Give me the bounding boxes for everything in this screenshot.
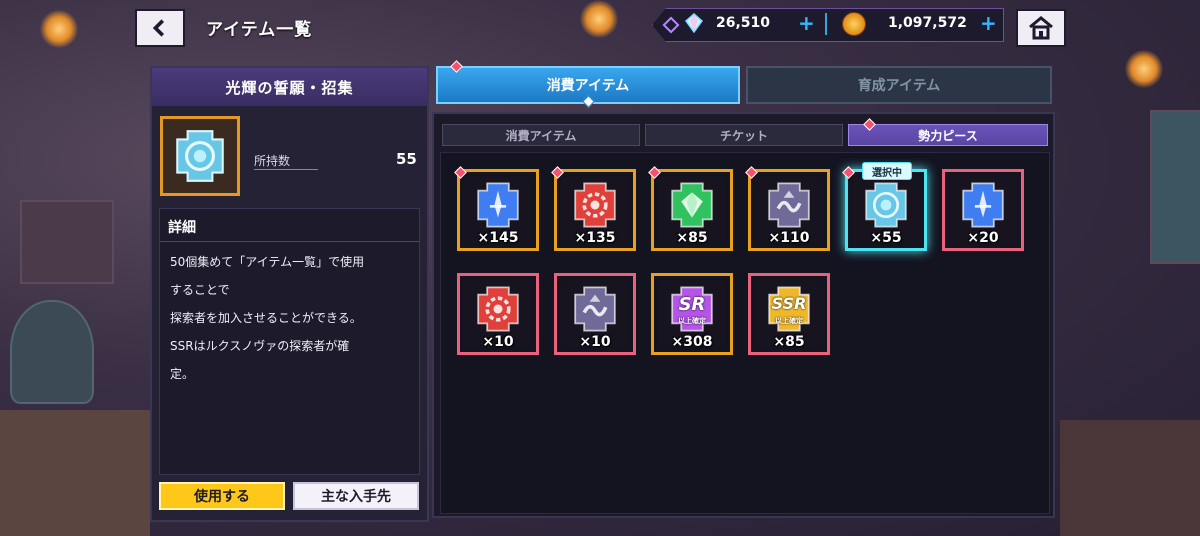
faction-piece-icon bbox=[865, 182, 907, 228]
use-button[interactable]: 使用する bbox=[159, 482, 285, 510]
diamond-ornament-icon bbox=[662, 16, 680, 34]
item-grid: ×145 ×135 ×85 ×110 ×55 選択中 ×20 ×10 ×10 SR 以上確定 ×308… bbox=[440, 152, 1050, 514]
acquisition-source-button[interactable]: 主な入手先 bbox=[293, 482, 419, 510]
owned-count-value: 55 bbox=[396, 150, 417, 168]
faction-piece-icon bbox=[768, 182, 810, 228]
add-coins-button[interactable]: + bbox=[980, 13, 997, 33]
home-icon bbox=[1029, 16, 1053, 40]
selected-item-thumbnail bbox=[160, 116, 240, 196]
item-quantity: ×10 bbox=[482, 334, 514, 350]
item-slot[interactable]: SR 以上確定 ×308 bbox=[651, 273, 733, 355]
faction-piece-icon bbox=[671, 182, 713, 228]
faction-piece-icon bbox=[574, 286, 616, 332]
item-slot[interactable]: SSR 以上確定 ×85 bbox=[748, 273, 830, 355]
lamp-decoration bbox=[40, 10, 78, 48]
rank-label: SSR bbox=[771, 294, 807, 313]
tab-label: 消費アイテム bbox=[546, 78, 630, 94]
item-slot-selected[interactable]: ×55 選択中 bbox=[842, 162, 927, 251]
back-button[interactable] bbox=[135, 9, 185, 47]
item-quantity: ×10 bbox=[579, 334, 611, 350]
subtab-faction-pieces[interactable]: 勢力ピース bbox=[848, 124, 1048, 146]
tab-label: 育成アイテム bbox=[857, 78, 941, 94]
item-quantity: ×145 bbox=[477, 230, 519, 246]
subtab-consumables[interactable]: 消費アイテム bbox=[442, 124, 640, 146]
faction-piece-icon bbox=[176, 130, 224, 182]
table-decoration bbox=[0, 410, 150, 536]
chevron-left-icon bbox=[152, 19, 165, 37]
crystal-icon bbox=[684, 13, 704, 33]
item-slot[interactable]: ×20 bbox=[942, 169, 1024, 251]
helmet-decoration bbox=[10, 300, 94, 404]
shelf-decoration bbox=[20, 200, 114, 284]
lamp-decoration bbox=[580, 0, 618, 38]
item-slot[interactable]: ×10 bbox=[457, 273, 539, 355]
item-slot[interactable]: ×110 bbox=[745, 166, 830, 251]
item-quantity: ×308 bbox=[671, 334, 713, 350]
item-quantity: ×85 bbox=[773, 334, 805, 350]
currency-divider bbox=[825, 13, 827, 35]
item-quantity: ×110 bbox=[768, 230, 810, 246]
faction-piece-icon bbox=[477, 286, 519, 332]
subtab-label: チケット bbox=[719, 128, 768, 143]
faction-piece-icon bbox=[574, 182, 616, 228]
item-quantity: ×20 bbox=[967, 230, 999, 246]
subtab-label: 消費アイテム bbox=[505, 128, 577, 143]
detail-heading: 詳細 bbox=[160, 209, 419, 242]
lamp-decoration bbox=[1125, 50, 1163, 88]
home-button[interactable] bbox=[1016, 9, 1066, 47]
tab-growth-items[interactable]: 育成アイテム bbox=[746, 66, 1052, 104]
table-decoration bbox=[1060, 420, 1200, 536]
page-title: アイテム一覧 bbox=[206, 20, 313, 40]
coin-icon bbox=[842, 12, 866, 36]
subtab-tickets[interactable]: チケット bbox=[645, 124, 843, 146]
gem-count: 26,510 bbox=[716, 15, 771, 31]
item-slot[interactable]: ×10 bbox=[554, 273, 636, 355]
item-name: 光輝の誓願・招集 bbox=[152, 68, 427, 106]
rank-label: SR bbox=[678, 294, 706, 315]
rank-sublabel: 以上確定 bbox=[678, 317, 706, 325]
item-quantity: ×55 bbox=[870, 230, 902, 246]
coin-count: 1,097,572 bbox=[888, 15, 967, 31]
faction-piece-icon bbox=[962, 182, 1004, 228]
item-slot[interactable]: ×85 bbox=[648, 166, 733, 251]
item-detail-panel: 光輝の誓願・招集 所持数 55 詳細 50個集めて「アイテム一覧」で使用 するこ… bbox=[150, 66, 429, 522]
item-quantity: ×85 bbox=[676, 230, 708, 246]
rank-sublabel: 以上確定 bbox=[775, 317, 803, 325]
add-gems-button[interactable]: + bbox=[798, 13, 815, 33]
detail-box: 詳細 50個集めて「アイテム一覧」で使用 することで 探索者を加入させることがで… bbox=[159, 208, 420, 475]
item-slot[interactable]: ×145 bbox=[454, 166, 539, 251]
detail-description: 50個集めて「アイテム一覧」で使用 することで 探索者を加入させることができる。… bbox=[170, 255, 365, 381]
selected-badge: 選択中 bbox=[862, 162, 912, 180]
item-slot[interactable]: ×135 bbox=[551, 166, 636, 251]
item-list-panel: 消費アイテム チケット 勢力ピース ×145 ×135 ×85 ×110 ×55 選択中 ×… bbox=[432, 112, 1055, 518]
item-quantity: ×135 bbox=[574, 230, 616, 246]
subtab-label: 勢力ピース bbox=[918, 128, 978, 143]
banner-decoration bbox=[1150, 110, 1200, 264]
faction-piece-icon bbox=[477, 182, 519, 228]
owned-count-label: 所持数 bbox=[254, 152, 319, 170]
